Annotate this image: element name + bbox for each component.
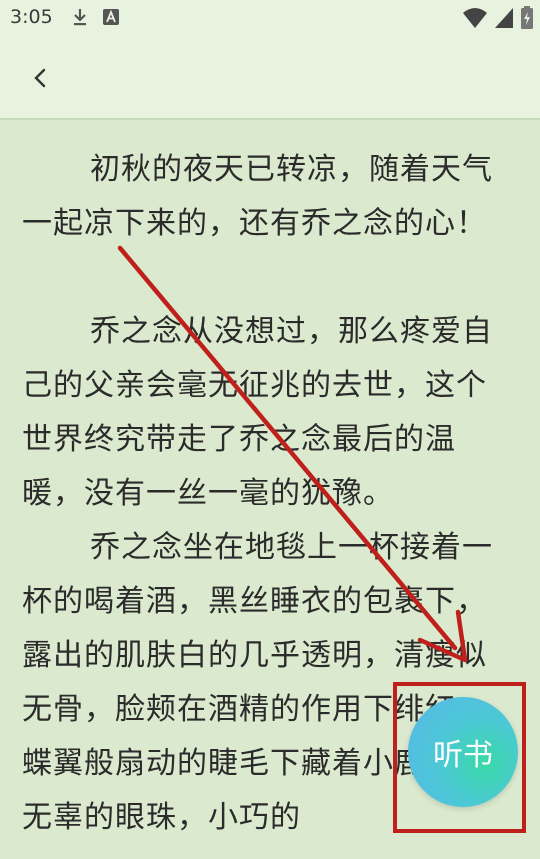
signal-icon xyxy=(495,8,513,28)
wifi-icon xyxy=(463,8,487,28)
chevron-left-icon xyxy=(34,68,46,88)
paragraph: 乔之念从没想过，那么疼爱自己的父亲会毫无征兆的去世，这个世界终究带走了乔之念最后… xyxy=(22,305,512,521)
reader-header xyxy=(0,36,540,118)
status-right-icons xyxy=(462,6,534,30)
status-time: 3:05 xyxy=(10,6,53,28)
paragraph-text: 乔之念从没想过，那么疼爱自己的父亲会毫无征兆的去世，这个世界终究带走了乔之念最后… xyxy=(22,314,493,511)
battery-charging-icon xyxy=(521,6,533,29)
download-icon xyxy=(74,9,86,26)
back-button[interactable] xyxy=(22,60,58,96)
paragraph-text: 初秋的夜天已转凉，随着天气一起凉下来的，还有乔之念的心！ xyxy=(22,152,493,241)
listen-book-label: 听书 xyxy=(433,738,493,773)
a-notification-icon xyxy=(103,9,119,25)
status-bar: 3:05 xyxy=(0,0,540,36)
listen-book-button[interactable]: 听书 xyxy=(408,697,518,807)
paragraph: 初秋的夜天已转凉，随着天气一起凉下来的，还有乔之念的心！ xyxy=(22,143,512,251)
